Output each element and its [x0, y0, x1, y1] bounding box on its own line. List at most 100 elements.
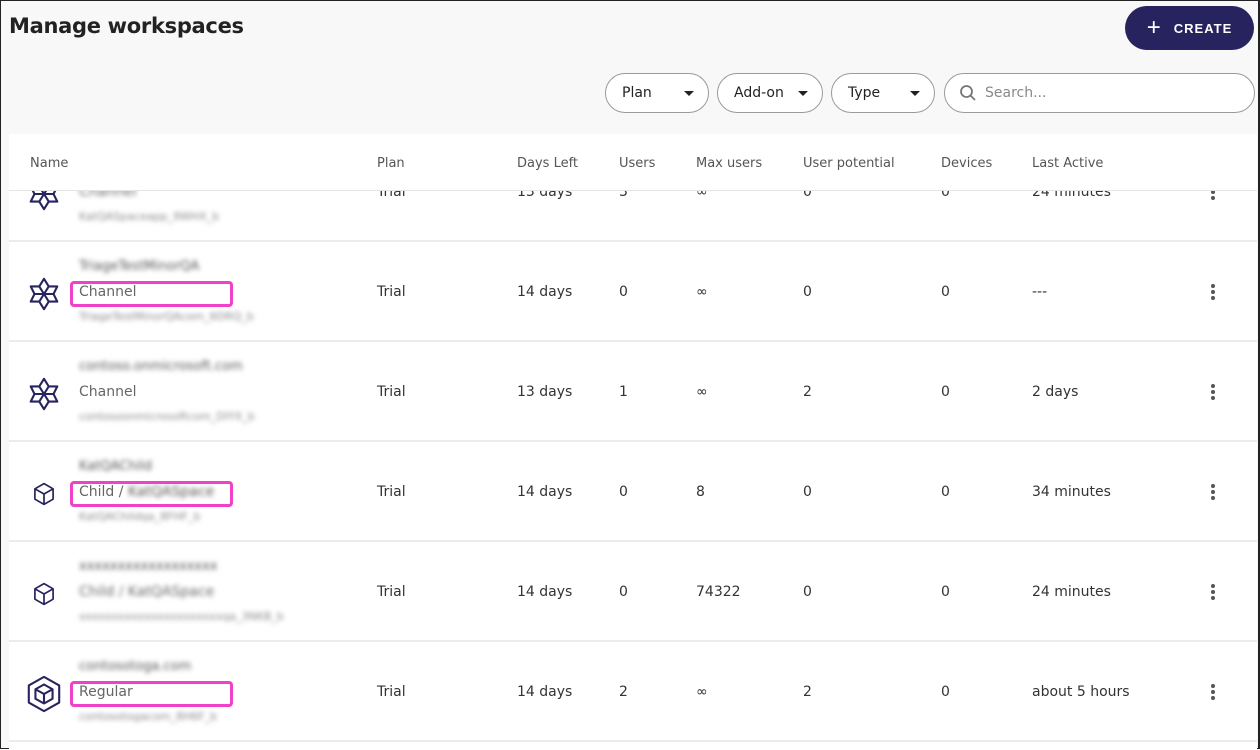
cell-plan: Trial: [377, 484, 406, 500]
caret-down-icon: [684, 90, 694, 96]
workspace-id: xxxxxxxxxxxxxxxxxxxxxxqa_3NKB_b: [79, 610, 284, 623]
col-devices[interactable]: Devices: [941, 156, 992, 171]
table-row[interactable]: contosotoga.com Regular contosotogacom_8H6…: [9, 642, 1257, 742]
col-last-active[interactable]: Last Active: [1032, 156, 1103, 171]
cell-days: 14 days: [517, 284, 573, 300]
app-window: Manage workspaces + CREATE Plan Add-on Ty…: [0, 0, 1260, 750]
cell-users: 1: [619, 384, 628, 400]
cell-plan: Trial: [377, 684, 406, 700]
cell-users: 2: [619, 684, 628, 700]
more-options-icon[interactable]: [1209, 382, 1217, 402]
cell-devices: 0: [941, 284, 950, 300]
col-user-potential[interactable]: User potential: [803, 156, 895, 171]
workspace-name[interactable]: xxxxxxxxxxxxxxxxxx: [79, 559, 217, 574]
cell-max: 74322: [696, 584, 741, 600]
cell-plan: Trial: [377, 584, 406, 600]
create-label: CREATE: [1173, 20, 1233, 36]
cell-last: 34 minutes: [1032, 484, 1111, 500]
workspace-name[interactable]: TriageTestMinorQA: [79, 259, 199, 274]
type-filter[interactable]: Type: [831, 73, 935, 113]
workspace-id: KatQAChildqa_8FHF_b: [79, 510, 201, 523]
channel-workspace-icon: [25, 275, 63, 313]
search-icon: [960, 85, 976, 101]
caret-down-icon: [798, 90, 808, 96]
col-days-left[interactable]: Days Left: [517, 156, 578, 171]
cell-max: 8: [696, 484, 705, 500]
cell-devices: 0: [941, 191, 950, 200]
table-row[interactable]: TriageTestQAChannelKatQASpaceapp_9WHX_bT…: [9, 191, 1257, 242]
cell-plan: Trial: [377, 384, 406, 400]
cell-users: 0: [619, 484, 628, 500]
table-row[interactable]: KatQAChild Child / KatQASpace KatQAChildqa…: [9, 442, 1257, 542]
cell-devices: 0: [941, 484, 950, 500]
table-body[interactable]: TriageTestQAChannelKatQASpaceapp_9WHX_bT…: [9, 191, 1257, 750]
cell-max: ∞: [696, 684, 708, 700]
more-options-icon[interactable]: [1209, 682, 1217, 702]
cell-potential: 2: [803, 384, 812, 400]
cell-days: 14 days: [517, 684, 573, 700]
cell-devices: 0: [941, 684, 950, 700]
workspace-name[interactable]: KatQAChild: [79, 459, 152, 474]
cell-days: 14 days: [517, 584, 573, 600]
channel-workspace-icon: [25, 375, 63, 413]
table-row[interactable]: TriageTestMinorQA Channel TriageTestMinorQ…: [9, 242, 1257, 342]
cell-devices: 0: [941, 384, 950, 400]
addon-filter-label: Add-on: [734, 85, 784, 101]
cell-last: 24 minutes: [1032, 191, 1111, 200]
addon-filter[interactable]: Add-on: [717, 73, 823, 113]
search-box[interactable]: [944, 73, 1255, 113]
caret-down-icon: [910, 90, 920, 96]
cell-last: about 5 hours: [1032, 684, 1130, 700]
col-users[interactable]: Users: [619, 156, 655, 171]
more-options-icon[interactable]: [1209, 282, 1217, 302]
cell-users: 0: [619, 584, 628, 600]
highlight-box: [70, 481, 233, 507]
plan-filter[interactable]: Plan: [605, 73, 709, 113]
cell-last: 2 days: [1032, 384, 1079, 400]
workspace-id: contosoonmicrosoftcom_DIYX_b: [79, 410, 255, 423]
highlight-box: [70, 681, 233, 707]
cell-plan: Trial: [377, 191, 406, 200]
search-input[interactable]: [985, 85, 1225, 101]
cell-max: ∞: [696, 191, 708, 200]
cell-potential: 2: [803, 684, 812, 700]
cell-days: 13 days: [517, 191, 573, 200]
channel-workspace-icon: [25, 191, 63, 213]
cell-max: ∞: [696, 284, 708, 300]
workspace-id: KatQASpaceapp_9WHX_b: [79, 210, 220, 223]
table-header: Name Plan Days Left Users Max users User…: [9, 134, 1257, 191]
col-name[interactable]: Name: [30, 156, 68, 171]
cell-last: 24 minutes: [1032, 584, 1111, 600]
cell-users: 0: [619, 284, 628, 300]
plus-icon: +: [1146, 14, 1162, 41]
type-filter-label: Type: [848, 85, 881, 101]
cell-potential: 0: [803, 284, 812, 300]
more-options-icon[interactable]: [1209, 582, 1217, 602]
workspace-type: Channel: [79, 384, 137, 400]
highlight-box: [70, 281, 233, 307]
child-workspace-icon: [25, 575, 63, 613]
more-options-icon[interactable]: [1209, 482, 1217, 502]
col-max-users[interactable]: Max users: [696, 156, 762, 171]
cell-plan: Trial: [377, 284, 406, 300]
cell-potential: 0: [803, 191, 812, 200]
workspace-type: Channel: [79, 191, 137, 200]
table-row[interactable]: xxxxxxxxxxxxxxxxxx Child / KatQASpace xxxx…: [9, 542, 1257, 642]
table-row[interactable]: contoso.onmicrosoft.com Channel contosoonm…: [9, 342, 1257, 442]
more-options-icon[interactable]: [1209, 191, 1217, 202]
plan-filter-label: Plan: [622, 85, 652, 101]
cell-potential: 0: [803, 584, 812, 600]
cell-potential: 0: [803, 484, 812, 500]
cell-days: 13 days: [517, 384, 573, 400]
cell-devices: 0: [941, 584, 950, 600]
create-button[interactable]: + CREATE: [1125, 6, 1254, 50]
workspace-id: TriageTestMinorQAcom_6DRQ_b: [79, 310, 254, 323]
workspace-name[interactable]: contosotoga.com: [79, 659, 191, 674]
regular-workspace-icon: [25, 675, 63, 713]
workspace-type: Child / KatQASpace: [79, 584, 215, 600]
col-plan[interactable]: Plan: [377, 156, 405, 171]
cell-users: 3: [619, 191, 628, 200]
workspaces-table: Name Plan Days Left Users Max users User…: [9, 134, 1257, 750]
cell-days: 14 days: [517, 484, 573, 500]
workspace-name[interactable]: contoso.onmicrosoft.com: [79, 359, 243, 374]
